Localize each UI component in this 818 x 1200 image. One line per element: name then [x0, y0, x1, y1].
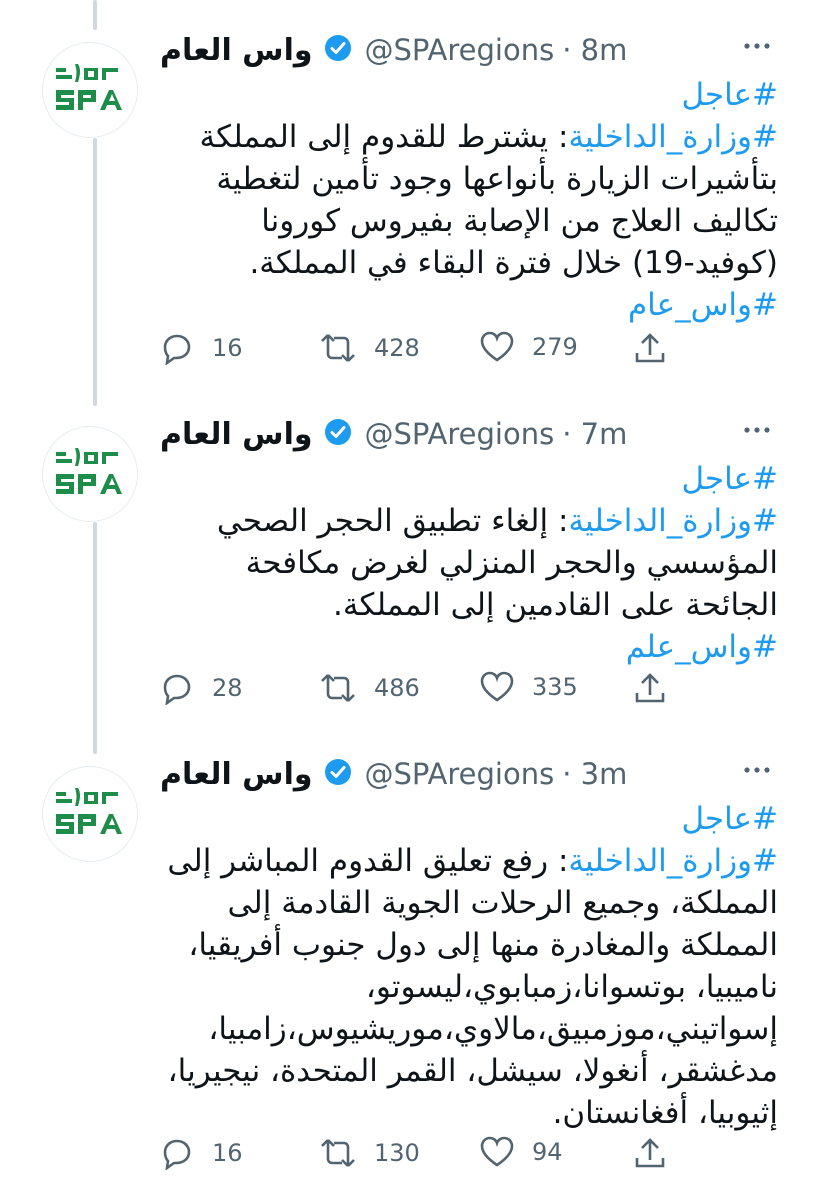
heart-icon [480, 331, 514, 362]
retweet-icon [321, 674, 355, 702]
retweet-button[interactable]: 486 [320, 671, 420, 705]
tweet[interactable]: واس العام @SPAregions · 8m #عاجل #وزارة_… [0, 30, 818, 385]
retweet-count: 428 [374, 334, 420, 362]
avatar[interactable] [42, 42, 138, 138]
share-icon [635, 333, 665, 363]
like-count: 335 [532, 673, 578, 701]
thread-line [93, 0, 97, 30]
hashtag-link[interactable]: #وزارة_الداخلية [568, 503, 778, 539]
heart-icon [480, 1136, 514, 1167]
tweet-text: #عاجل #وزارة_الداخلية: إلغاء تطبيق الحجر… [150, 458, 778, 668]
avatar[interactable] [42, 766, 138, 862]
hashtag-link[interactable]: #عاجل [681, 461, 778, 497]
reply-icon [163, 1139, 191, 1170]
tweet-time[interactable]: · 8m [562, 33, 627, 67]
avatar[interactable] [42, 426, 138, 522]
hashtag-link[interactable]: #وزارة_الداخلية [568, 119, 778, 155]
hashtag-link[interactable]: #وزارة_الداخلية [568, 843, 778, 879]
like-button[interactable]: 94 [480, 1136, 563, 1168]
more-options-icon[interactable] [742, 36, 772, 60]
tweet-time[interactable]: · 7m [562, 417, 627, 451]
reply-count: 16 [212, 1139, 243, 1167]
tweet-time[interactable]: · 3m [562, 757, 627, 791]
hashtag-link[interactable]: #واس_عام [628, 287, 778, 323]
account-handle[interactable]: @SPAregions [365, 417, 555, 451]
reply-button[interactable]: 16 [160, 1136, 243, 1170]
account-handle[interactable]: @SPAregions [365, 757, 555, 791]
verified-badge-icon [323, 417, 353, 451]
reply-count: 16 [212, 334, 243, 362]
spa-logo-icon [56, 448, 122, 494]
verified-badge-icon [323, 757, 353, 791]
hashtag-link[interactable]: #عاجل [681, 801, 778, 837]
retweet-button[interactable]: 428 [320, 331, 420, 365]
like-button[interactable]: 335 [480, 671, 578, 703]
retweet-icon [321, 334, 355, 362]
tweet[interactable]: واس العام @SPAregions · 7m #عاجل #وزارة_… [0, 414, 818, 724]
tweet-actions: 28 486 335 [160, 671, 680, 711]
tweet-actions: 16 130 94 [160, 1136, 680, 1176]
verified-badge-icon [323, 33, 353, 67]
account-name[interactable]: واس العام [160, 33, 313, 68]
spa-logo-icon [56, 788, 122, 834]
hashtag-link[interactable]: #عاجل [681, 77, 778, 113]
like-count: 279 [532, 333, 578, 361]
retweet-button[interactable]: 130 [320, 1136, 420, 1170]
spa-logo-icon [56, 64, 122, 110]
like-count: 94 [532, 1138, 563, 1166]
retweet-count: 130 [374, 1139, 420, 1167]
share-icon [635, 673, 665, 703]
tweet-header: واس العام @SPAregions · 8m [160, 30, 627, 70]
share-button[interactable] [634, 331, 666, 365]
tweet-header: واس العام @SPAregions · 3m [160, 754, 627, 794]
like-button[interactable]: 279 [480, 331, 578, 363]
more-options-icon[interactable] [742, 760, 772, 784]
tweet-body-text: : رفع تعليق القدوم المباشر إلى المملكة، … [167, 843, 778, 1131]
reply-icon [163, 674, 191, 705]
tweet-text: #عاجل #وزارة_الداخلية: رفع تعليق القدوم … [150, 798, 778, 1134]
account-name[interactable]: واس العام [160, 757, 313, 792]
more-options-icon[interactable] [742, 420, 772, 444]
retweet-icon [321, 1139, 355, 1167]
reply-count: 28 [212, 674, 243, 702]
tweet[interactable]: واس العام @SPAregions · 3m #عاجل #وزارة_… [0, 754, 818, 1194]
heart-icon [480, 671, 514, 702]
reply-button[interactable]: 16 [160, 331, 243, 365]
account-handle[interactable]: @SPAregions [365, 33, 555, 67]
reply-button[interactable]: 28 [160, 671, 243, 705]
reply-icon [163, 334, 191, 365]
retweet-count: 486 [374, 674, 420, 702]
tweet-header: واس العام @SPAregions · 7m [160, 414, 627, 454]
tweet-text: #عاجل #وزارة_الداخلية: يشترط للقدوم إلى … [150, 74, 779, 326]
share-button[interactable] [634, 671, 666, 705]
tweet-actions: 16 428 279 [160, 331, 680, 371]
share-icon [635, 1138, 665, 1168]
account-name[interactable]: واس العام [160, 417, 313, 452]
hashtag-link[interactable]: #واس_علم [626, 629, 778, 665]
share-button[interactable] [634, 1136, 666, 1170]
